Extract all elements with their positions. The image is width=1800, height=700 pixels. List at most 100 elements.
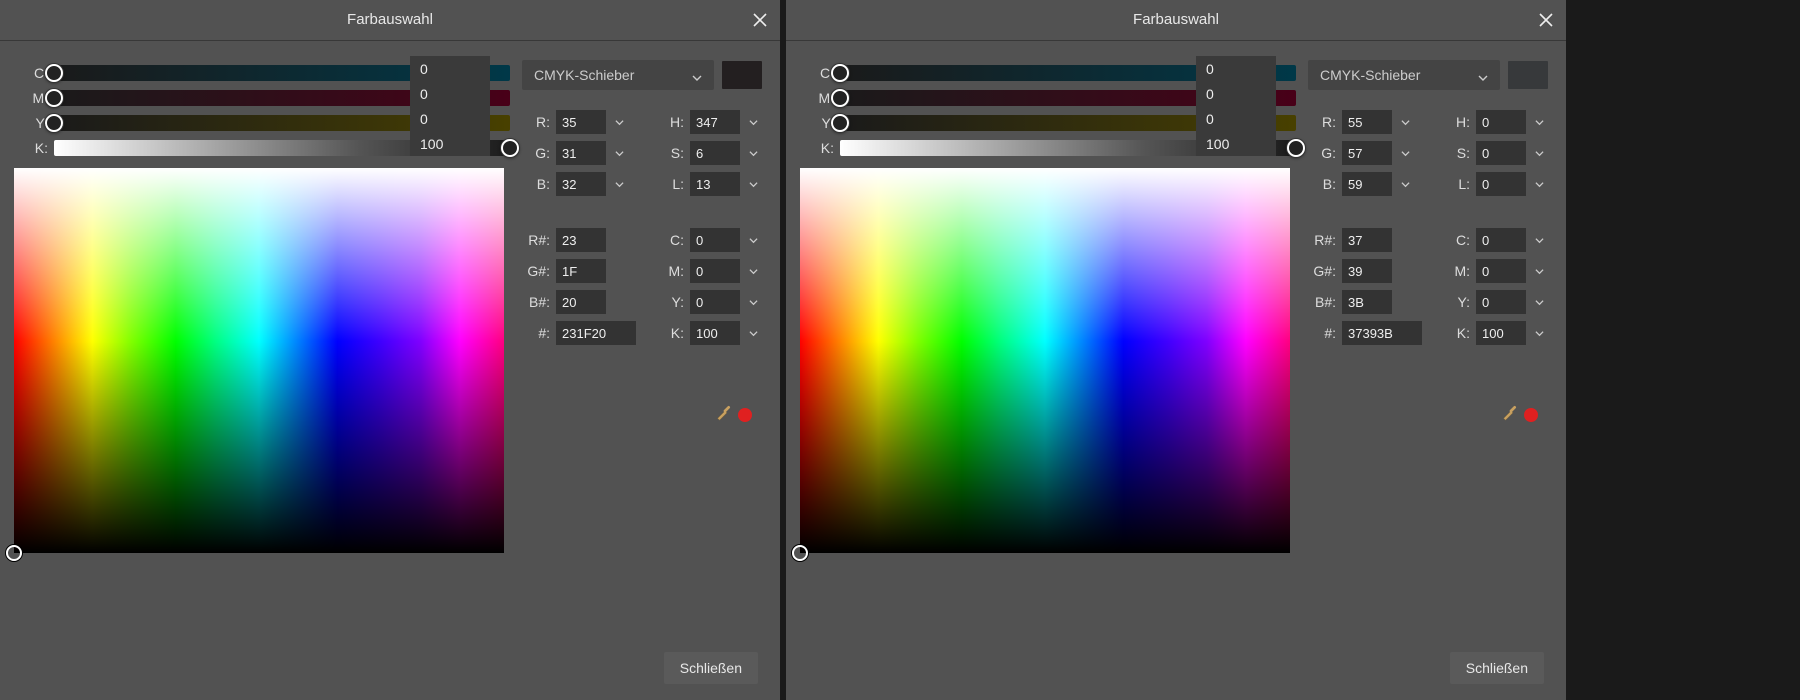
value-row-c: C: xyxy=(656,228,762,252)
chevron-down-icon[interactable] xyxy=(1532,329,1546,338)
color-field[interactable] xyxy=(14,168,504,553)
value-input-k[interactable] xyxy=(690,321,740,345)
value-input-c[interactable] xyxy=(690,228,740,252)
slider-value-m[interactable]: 0 xyxy=(1206,86,1266,102)
value-input-m[interactable] xyxy=(690,259,740,283)
chevron-down-icon[interactable] xyxy=(1532,267,1546,276)
slider-value-k[interactable]: 100 xyxy=(1206,136,1266,152)
close-button[interactable]: Schließen xyxy=(1450,652,1544,684)
color-preview xyxy=(1508,61,1548,89)
value-label: C: xyxy=(1442,232,1470,248)
value-input-rh[interactable] xyxy=(1342,228,1392,252)
chevron-down-icon[interactable] xyxy=(746,267,760,276)
value-input-y[interactable] xyxy=(1476,290,1526,314)
close-icon[interactable] xyxy=(748,8,772,32)
chevron-down-icon[interactable] xyxy=(1532,180,1546,189)
chevron-down-icon[interactable] xyxy=(612,118,626,127)
slider-value-box: 0 0 0 100 xyxy=(410,56,490,156)
slider-thumb[interactable] xyxy=(1287,139,1305,157)
value-input-r[interactable] xyxy=(1342,110,1392,134)
slider-label: M: xyxy=(806,90,834,106)
chevron-down-icon[interactable] xyxy=(746,118,760,127)
value-row-l: L: xyxy=(1442,172,1548,196)
chevron-down-icon[interactable] xyxy=(746,298,760,307)
slider-value-y[interactable]: 0 xyxy=(1206,111,1266,127)
chevron-down-icon[interactable] xyxy=(746,149,760,158)
slider-label: Y: xyxy=(806,115,834,131)
chevron-down-icon[interactable] xyxy=(746,236,760,245)
chevron-down-icon[interactable] xyxy=(612,180,626,189)
value-row-rh: R#: xyxy=(522,228,636,252)
value-input-h[interactable] xyxy=(690,110,740,134)
value-input-m[interactable] xyxy=(1476,259,1526,283)
value-input-hex[interactable] xyxy=(556,321,636,345)
close-button[interactable]: Schließen xyxy=(664,652,758,684)
value-input-bh[interactable] xyxy=(556,290,606,314)
slider-value-y[interactable]: 0 xyxy=(420,111,480,127)
slider-value-m[interactable]: 0 xyxy=(420,86,480,102)
slider-value-c[interactable]: 0 xyxy=(1206,61,1266,77)
color-field-gradient[interactable] xyxy=(800,168,1290,553)
slider-thumb[interactable] xyxy=(831,64,849,82)
value-input-gh[interactable] xyxy=(556,259,606,283)
chevron-down-icon[interactable] xyxy=(1532,298,1546,307)
value-input-l[interactable] xyxy=(1476,172,1526,196)
chevron-down-icon[interactable] xyxy=(1398,149,1412,158)
slider-thumb[interactable] xyxy=(45,64,63,82)
eyedropper-icon[interactable] xyxy=(714,400,736,422)
slider-mode-select[interactable]: CMYK-Schieber xyxy=(1308,60,1500,90)
value-row-rh: R#: xyxy=(1308,228,1422,252)
chevron-down-icon[interactable] xyxy=(1398,118,1412,127)
tool-row xyxy=(1500,400,1538,425)
value-input-bh[interactable] xyxy=(1342,290,1392,314)
value-input-s[interactable] xyxy=(690,141,740,165)
value-row-r: R: xyxy=(522,110,636,134)
value-input-rh[interactable] xyxy=(556,228,606,252)
value-row-hex: #: xyxy=(522,321,636,345)
chevron-down-icon[interactable] xyxy=(1532,149,1546,158)
value-label: #: xyxy=(1308,325,1336,341)
slider-mode-select[interactable]: CMYK-Schieber xyxy=(522,60,714,90)
slider-value-k[interactable]: 100 xyxy=(420,136,480,152)
close-icon[interactable] xyxy=(1534,8,1558,32)
slider-value-c[interactable]: 0 xyxy=(420,61,480,77)
slider-thumb[interactable] xyxy=(831,89,849,107)
value-input-b[interactable] xyxy=(1342,172,1392,196)
chevron-down-icon[interactable] xyxy=(612,149,626,158)
value-input-gh[interactable] xyxy=(1342,259,1392,283)
value-input-y[interactable] xyxy=(690,290,740,314)
value-input-hex[interactable] xyxy=(1342,321,1422,345)
chevron-down-icon[interactable] xyxy=(746,329,760,338)
dialog-title: Farbauswahl xyxy=(347,11,433,28)
color-field-gradient[interactable] xyxy=(14,168,504,553)
value-row-b: B: xyxy=(1308,172,1422,196)
value-input-c[interactable] xyxy=(1476,228,1526,252)
slider-thumb[interactable] xyxy=(45,89,63,107)
value-input-r[interactable] xyxy=(556,110,606,134)
value-label: G: xyxy=(1308,145,1336,161)
slider-thumb[interactable] xyxy=(501,139,519,157)
eyedropper-icon[interactable] xyxy=(1500,400,1522,422)
slider-thumb[interactable] xyxy=(831,114,849,132)
right-column: CMYK-SchieberR:H:G:S:B:L:R#:C:G#:M:B#:Y:… xyxy=(1308,60,1548,345)
value-row-h: H: xyxy=(1442,110,1548,134)
value-label: #: xyxy=(522,325,550,341)
value-input-k[interactable] xyxy=(1476,321,1526,345)
value-input-h[interactable] xyxy=(1476,110,1526,134)
value-row-bh: B#: xyxy=(1308,290,1422,314)
chevron-down-icon[interactable] xyxy=(1532,118,1546,127)
value-input-l[interactable] xyxy=(690,172,740,196)
value-input-s[interactable] xyxy=(1476,141,1526,165)
chevron-down-icon[interactable] xyxy=(1532,236,1546,245)
slider-thumb[interactable] xyxy=(45,114,63,132)
value-input-b[interactable] xyxy=(556,172,606,196)
value-label: L: xyxy=(656,176,684,192)
slider-label: K: xyxy=(20,140,48,156)
chevron-down-icon[interactable] xyxy=(1398,180,1412,189)
color-field-marker[interactable] xyxy=(6,545,22,561)
chevron-down-icon[interactable] xyxy=(746,180,760,189)
color-field[interactable] xyxy=(800,168,1290,553)
value-input-g[interactable] xyxy=(556,141,606,165)
color-field-marker[interactable] xyxy=(792,545,808,561)
value-input-g[interactable] xyxy=(1342,141,1392,165)
